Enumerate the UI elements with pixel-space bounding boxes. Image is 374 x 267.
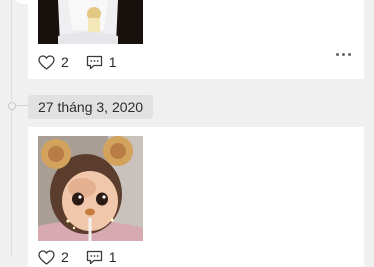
more-options-button[interactable]: [336, 53, 351, 56]
timeline-line: [11, 0, 12, 257]
comment-button[interactable]: 1: [86, 249, 117, 265]
post-card: 2 1: [28, 127, 364, 267]
comment-count: 1: [108, 249, 117, 265]
date-separator: 27 tháng 3, 2020: [28, 95, 154, 119]
like-button[interactable]: 2: [38, 54, 69, 70]
timeline-node: [8, 102, 16, 110]
post-photo[interactable]: [38, 0, 143, 44]
comment-count: 1: [108, 54, 117, 70]
post-card: 2 1: [28, 0, 364, 79]
heart-icon: [38, 54, 55, 70]
like-count: 2: [61, 54, 69, 70]
timeline-connector: [15, 105, 29, 106]
comment-icon: [86, 250, 102, 264]
like-button[interactable]: 2: [38, 249, 69, 265]
heart-icon: [38, 249, 55, 265]
like-count: 2: [61, 249, 69, 265]
post-photo[interactable]: [38, 136, 143, 241]
post-actions: 2 1: [38, 52, 134, 72]
comment-icon: [86, 55, 102, 69]
more-dots-icon: [336, 53, 339, 56]
comment-button[interactable]: 1: [86, 54, 117, 70]
post-actions: 2 1: [38, 247, 134, 267]
